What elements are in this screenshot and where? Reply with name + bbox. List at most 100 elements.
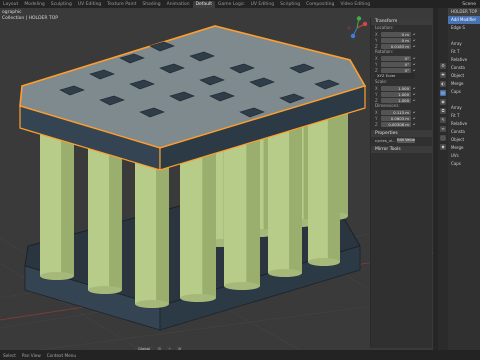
- property-row[interactable]: [448, 32, 480, 40]
- properties-tabs: ⚙ ✚ ◐ ▤ ◉ ⧉ ✎ ≡ ◌ ◆: [438, 8, 448, 350]
- property-row[interactable]: Object: [448, 72, 480, 80]
- battery-cell: [180, 148, 216, 302]
- workspace-tab[interactable]: Modeling: [21, 1, 47, 8]
- scale-axis-label: Z: [375, 97, 378, 103]
- scene-render[interactable]: [0, 8, 433, 350]
- workspace-tab[interactable]: Game Logic: [215, 1, 248, 8]
- dimensions-row: Z 0.00308 m 🔓︎: [371, 121, 432, 127]
- properties-tab-icon[interactable]: ◌: [440, 135, 446, 141]
- workspace-tab[interactable]: UV Editing: [248, 1, 277, 8]
- property-row[interactable]: Fit T: [448, 112, 480, 120]
- lock-icon[interactable]: 🔓︎: [413, 92, 415, 96]
- mirror-tools-header[interactable]: Mirror Tools: [371, 146, 432, 153]
- properties-tab-icon[interactable]: ⧉: [440, 108, 446, 114]
- location-field[interactable]: 0.0163 m: [381, 43, 411, 49]
- lock-icon[interactable]: 🔓︎: [413, 116, 415, 120]
- scene-name[interactable]: Scene: [462, 2, 476, 7]
- lock-icon[interactable]: 🔓︎: [413, 68, 415, 72]
- workspace-tab[interactable]: Video Editing: [337, 1, 373, 8]
- property-row[interactable]: Array: [448, 104, 480, 112]
- transform-header[interactable]: Transform: [371, 18, 432, 25]
- lock-icon[interactable]: 🔓︎: [413, 56, 415, 60]
- location-axis-label: Y: [375, 37, 378, 43]
- dimensions-axis-label: Y: [375, 115, 378, 121]
- property-row[interactable]: Consta: [448, 128, 480, 136]
- scale-field[interactable]: 1.000: [381, 91, 411, 97]
- dimensions-field[interactable]: 0.113 m: [381, 109, 411, 115]
- scale-axis-label: Y: [375, 91, 378, 97]
- properties-tab-icon[interactable]: ▤: [440, 90, 446, 96]
- 3d-viewport[interactable]: ographic Collection | HOLDER TOP Transfo…: [0, 8, 433, 350]
- scale-field[interactable]: 1.000: [381, 97, 411, 103]
- status-hint: Select: [3, 352, 16, 358]
- property-row[interactable]: Consta: [448, 64, 480, 72]
- lock-icon[interactable]: 🔓︎: [413, 110, 415, 114]
- rotation-axis-label: Y: [375, 61, 378, 67]
- dimensions-field[interactable]: 0.0603 m: [381, 115, 411, 121]
- property-row[interactable]: [448, 96, 480, 104]
- property-row[interactable]: UVs: [448, 152, 480, 160]
- property-row[interactable]: HOLDER TOP: [448, 8, 480, 16]
- workspace-tab[interactable]: Animation: [164, 1, 193, 8]
- battery-cell: [308, 112, 340, 266]
- property-row[interactable]: Caps: [448, 88, 480, 96]
- rotation-field[interactable]: 0°: [381, 67, 411, 73]
- property-row[interactable]: Fit T: [448, 48, 480, 56]
- status-bar: Select Pan View Context Menu: [0, 350, 480, 360]
- location-field[interactable]: 0 m: [381, 37, 411, 43]
- battery-cell: [268, 123, 302, 277]
- property-row[interactable]: Merge: [448, 144, 480, 152]
- collection-text: Collection | HOLDER TOP: [2, 16, 58, 21]
- dimensions-axis-label: X: [375, 109, 378, 115]
- battery-cell: [135, 154, 169, 308]
- properties-tab-icon[interactable]: ◆: [440, 144, 446, 150]
- property-row[interactable]: Edge S: [448, 24, 480, 32]
- lock-icon[interactable]: 🔓︎: [413, 98, 415, 102]
- lock-icon[interactable]: 🔓︎: [413, 32, 415, 36]
- location-field[interactable]: 0 m: [381, 31, 411, 37]
- rotation-axis-label: Z: [375, 67, 378, 73]
- properties-tab-icon[interactable]: ◉: [440, 99, 446, 105]
- workspace-tab[interactable]: Default: [192, 0, 216, 8]
- workspace-tab[interactable]: Layout: [0, 1, 21, 8]
- workspace-tab[interactable]: Texture Paint: [104, 1, 139, 8]
- dimensions-axis-label: Z: [375, 121, 378, 127]
- location-axis-label: Z: [375, 43, 378, 49]
- rotation-field[interactable]: 0°: [381, 55, 411, 61]
- property-row[interactable]: Relative: [448, 56, 480, 64]
- properties-tab-icon[interactable]: ⚙: [440, 63, 446, 69]
- scale-field[interactable]: 1.000: [381, 85, 411, 91]
- properties-tab-icon[interactable]: ◐: [440, 81, 446, 87]
- scene-selector[interactable]: Scene: [462, 0, 476, 8]
- dimensions-field[interactable]: 0.00308 m: [381, 121, 411, 127]
- scale-axis-label: X: [375, 85, 378, 91]
- property-row[interactable]: Object: [448, 136, 480, 144]
- property-row[interactable]: Caps: [448, 160, 480, 168]
- workspace-tab[interactable]: UV Editing: [75, 1, 104, 8]
- property-row[interactable]: Add Modifier: [448, 16, 480, 24]
- properties-tab-icon[interactable]: ✚: [440, 72, 446, 78]
- workspace-tab[interactable]: Shading: [139, 1, 163, 8]
- rotation-axis-label: X: [375, 55, 378, 61]
- properties-tab-icon[interactable]: ≡: [440, 126, 446, 132]
- lock-icon[interactable]: 🔓︎: [413, 38, 415, 42]
- battery-cell: [88, 140, 122, 294]
- workspace-tab[interactable]: Scripting: [277, 1, 303, 8]
- lock-icon[interactable]: 🔓︎: [413, 86, 415, 90]
- lock-icon[interactable]: 🔓︎: [413, 122, 415, 126]
- properties-header[interactable]: Properties: [371, 130, 432, 137]
- property-row[interactable]: Array: [448, 40, 480, 48]
- properties-tab-icon[interactable]: ✎: [440, 117, 446, 123]
- rotation-field[interactable]: 0°: [381, 61, 411, 67]
- property-row[interactable]: Relative: [448, 120, 480, 128]
- location-axis-label: X: [375, 31, 378, 37]
- navigation-gizmo[interactable]: [345, 16, 369, 40]
- workspace-tab[interactable]: Sculpting: [48, 1, 75, 8]
- lock-icon[interactable]: 🔓︎: [413, 44, 415, 48]
- edit-value-button[interactable]: Edit Value: [397, 137, 415, 143]
- status-hint: Context Menu: [46, 352, 76, 358]
- battery-cell: [224, 136, 260, 290]
- property-row[interactable]: Merge: [448, 80, 480, 88]
- workspace-tab[interactable]: Compositing: [303, 1, 337, 8]
- lock-icon[interactable]: 🔓︎: [413, 62, 415, 66]
